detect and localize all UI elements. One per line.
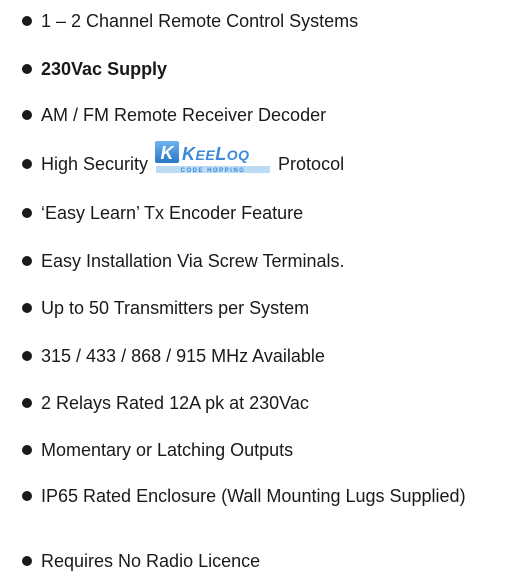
bullet-icon <box>22 491 32 501</box>
bullet-icon <box>22 159 32 169</box>
svg-text:CODE HOPPING: CODE HOPPING <box>181 168 246 174</box>
item-text: IP65 Rated Enclosure (Wall Mounting Lugs… <box>41 486 466 506</box>
item-text: Momentary or Latching Outputs <box>41 440 294 460</box>
bullet-icon <box>22 303 32 313</box>
item-text: Requires No Radio Licence <box>41 551 261 571</box>
item-text: High Security K KEELOQ CODE HOPPING Prot… <box>41 141 501 191</box>
bullet-icon <box>22 64 32 74</box>
bullet-icon <box>22 110 32 120</box>
bullet-icon <box>22 208 32 218</box>
item-text: 315 / 433 / 868 / 915 MHz Available <box>41 346 325 366</box>
security-label: High Security <box>41 154 149 174</box>
bullet-icon <box>22 556 32 566</box>
bullet-icon <box>22 445 32 455</box>
item-text: 2 Relays Rated 12A pk at 230Vac <box>41 393 309 413</box>
protocol-label: Protocol <box>278 154 345 174</box>
item-text: Easy Installation Via Screw Terminals. <box>41 251 345 271</box>
bullet-icon <box>22 398 32 408</box>
svg-text:K: K <box>161 143 176 163</box>
bullet-icon <box>22 16 32 26</box>
keeloq-logo: K KEELOQ CODE HOPPING <box>155 141 271 174</box>
item-text: Up to 50 Transmitters per System <box>41 298 310 318</box>
item-text: ‘Easy Learn’ Tx Encoder Feature <box>41 203 304 223</box>
item-text: AM / FM Remote Receiver Decoder <box>41 105 327 125</box>
item-text: 230Vac Supply <box>41 59 168 79</box>
feature-list: 1 – 2 Channel Remote Control Systems 230… <box>0 0 523 578</box>
bullet-icon <box>22 256 32 266</box>
item-text: 1 – 2 Channel Remote Control Systems <box>41 11 359 31</box>
bullet-icon <box>22 351 32 361</box>
svg-text:KEELOQ: KEELOQ <box>182 144 249 164</box>
